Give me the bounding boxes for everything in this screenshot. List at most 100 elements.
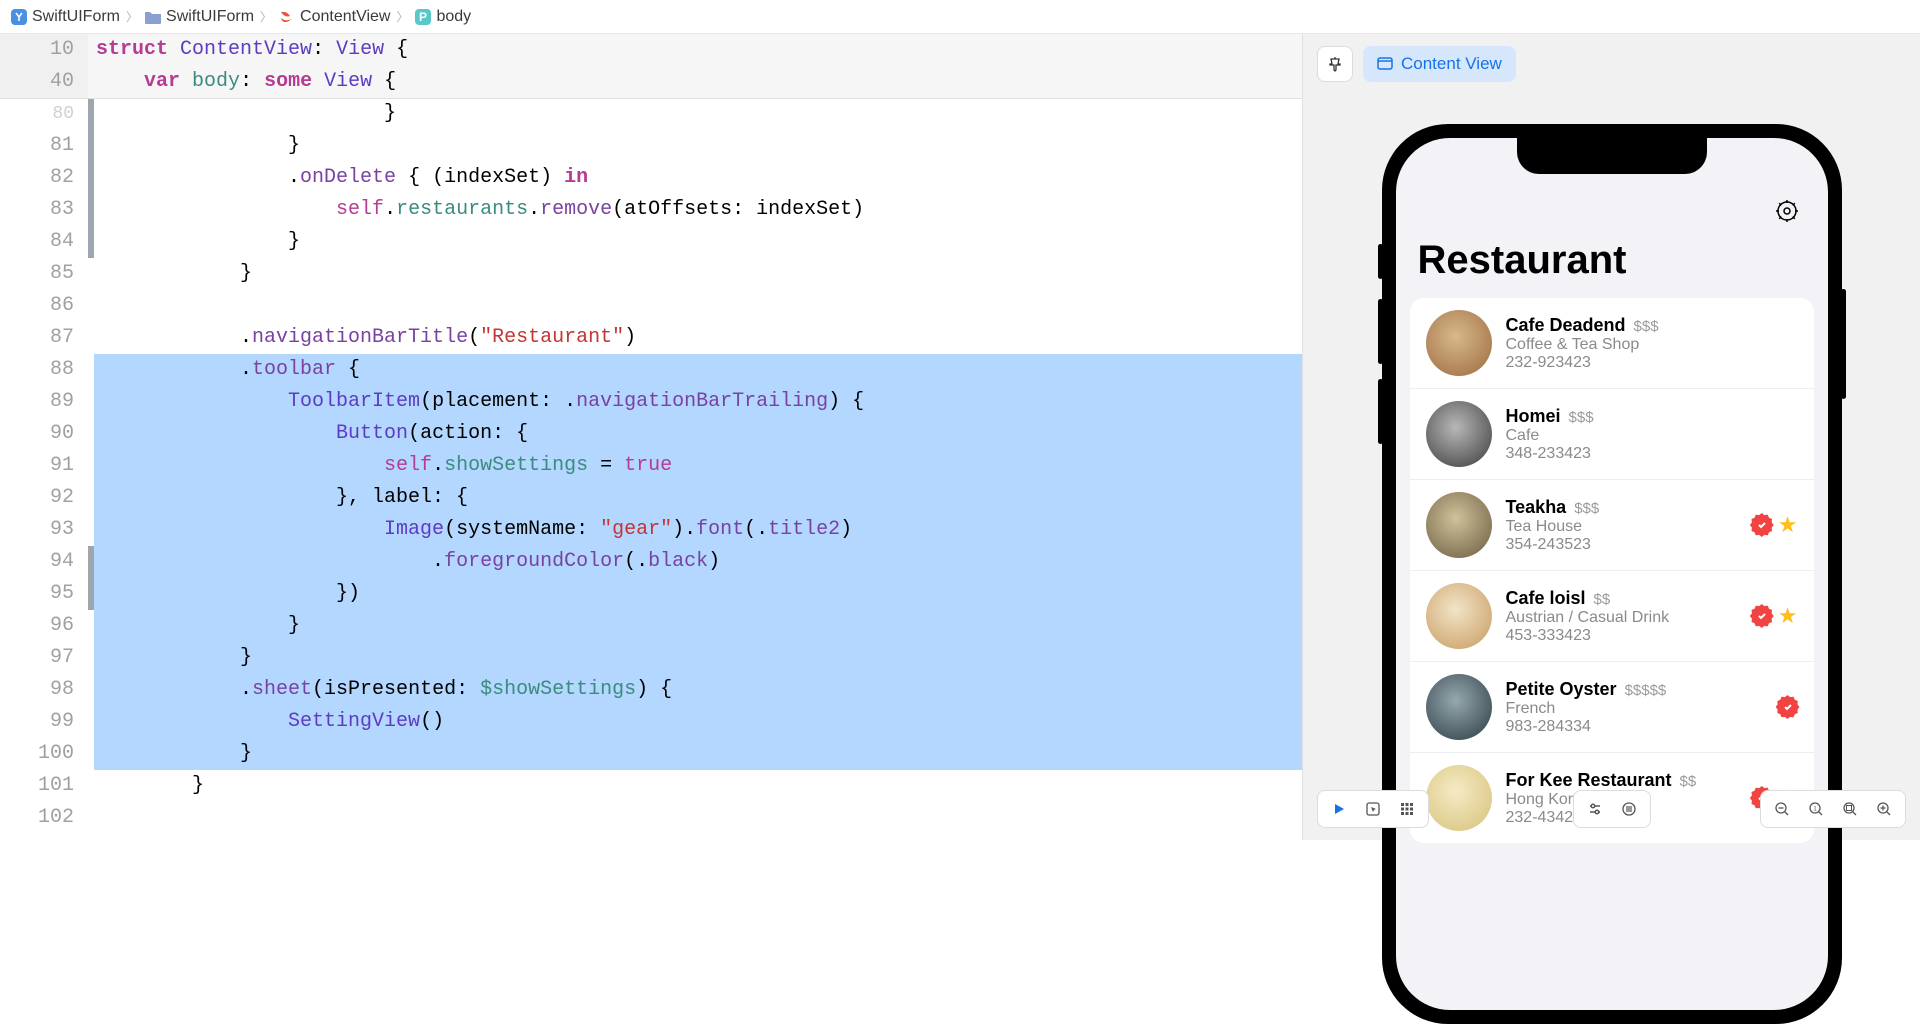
play-button[interactable] <box>1322 795 1356 823</box>
pin-button[interactable] <box>1317 46 1353 82</box>
breadcrumb-item-folder[interactable]: SwiftUIForm <box>144 8 254 26</box>
list-item[interactable]: Petite Oyster $$$$$ French 983-284334 <box>1410 662 1814 753</box>
zoom-in-button[interactable] <box>1867 795 1901 823</box>
code-line-row[interactable]: 96 } <box>0 610 1302 642</box>
code-text: Button(action: { <box>94 418 1302 450</box>
code-line-row[interactable]: 98 .sheet(isPresented: $showSettings) { <box>0 674 1302 706</box>
sticky-line: 10struct ContentView: View { <box>0 34 1302 66</box>
selectable-button[interactable] <box>1356 795 1390 823</box>
restaurant-list[interactable]: Cafe Deadend $$$ Coffee & Tea Shop 232-9… <box>1410 298 1814 843</box>
code-line-row[interactable]: 85 } <box>0 258 1302 290</box>
line-number: 94 <box>0 546 88 578</box>
circle-settings-icon <box>1621 801 1637 817</box>
restaurant-phone: 983-284334 <box>1506 718 1764 736</box>
code-text: .foregroundColor(.black) <box>94 546 1302 578</box>
code-line-row[interactable]: 101 } <box>0 770 1302 802</box>
avatar <box>1426 401 1492 467</box>
avatar <box>1426 310 1492 376</box>
main-area: 10struct ContentView: View {40 var body:… <box>0 34 1920 840</box>
line-number: 96 <box>0 610 88 642</box>
code-line-row[interactable]: 81 } <box>0 130 1302 162</box>
canvas-settings-button[interactable] <box>1612 795 1646 823</box>
breadcrumb-label: SwiftUIForm <box>32 8 120 26</box>
line-number: 83 <box>0 194 88 226</box>
code-line-row[interactable]: 92 }, label: { <box>0 482 1302 514</box>
line-number: 101 <box>0 770 88 802</box>
code-text: var body: some View { <box>94 66 1302 98</box>
chevron-right-icon: 〉 <box>126 8 138 25</box>
code-line-row[interactable]: 86 <box>0 290 1302 322</box>
list-item[interactable]: Homei $$$ Cafe 348-233423 <box>1410 389 1814 480</box>
restaurant-name: Cafe loisl $$ <box>1506 588 1738 609</box>
line-number: 87 <box>0 322 88 354</box>
breadcrumb-item-symbol[interactable]: P body <box>414 8 471 26</box>
code-line-row[interactable]: 93 Image(systemName: "gear").font(.title… <box>0 514 1302 546</box>
code-text: Image(systemName: "gear").font(.title2) <box>94 514 1302 546</box>
avatar <box>1426 765 1492 831</box>
line-number: 88 <box>0 354 88 386</box>
avatar <box>1426 492 1492 558</box>
line-number: 40 <box>0 66 88 98</box>
app-icon <box>10 8 28 26</box>
verified-badge-icon <box>1752 606 1772 626</box>
verified-badge-icon <box>1752 515 1772 535</box>
line-number: 93 <box>0 514 88 546</box>
line-number: 80 <box>0 98 88 130</box>
avatar <box>1426 674 1492 740</box>
content-view-pill[interactable]: Content View <box>1363 46 1516 82</box>
code-line-row[interactable]: 84 } <box>0 226 1302 258</box>
zoom-actual-button[interactable]: 1 <box>1799 795 1833 823</box>
code-text: }) <box>94 578 1302 610</box>
code-text: }, label: { <box>94 482 1302 514</box>
play-icon <box>1331 801 1347 817</box>
breadcrumb: SwiftUIForm 〉 SwiftUIForm 〉 ContentView … <box>0 0 1920 34</box>
code-editor[interactable]: 10struct ContentView: View {40 var body:… <box>0 34 1302 840</box>
code-text <box>94 290 1302 322</box>
restaurant-category: Coffee & Tea Shop <box>1506 336 1784 354</box>
code-line-row[interactable]: 88 .toolbar { <box>0 354 1302 386</box>
settings-button[interactable] <box>1772 196 1802 231</box>
code-line-row[interactable]: 80 } <box>0 98 1302 130</box>
line-number: 95 <box>0 578 88 610</box>
breadcrumb-label: SwiftUIForm <box>166 8 254 26</box>
variants-button[interactable] <box>1390 795 1424 823</box>
star-icon: ★ <box>1778 512 1798 538</box>
code-line-row[interactable]: 97 } <box>0 642 1302 674</box>
line-number: 81 <box>0 130 88 162</box>
code-line-row[interactable]: 102 <box>0 802 1302 834</box>
list-item[interactable]: Cafe Deadend $$$ Coffee & Tea Shop 232-9… <box>1410 298 1814 389</box>
code-line-row[interactable]: 90 Button(action: { <box>0 418 1302 450</box>
code-line-row[interactable]: 91 self.showSettings = true <box>0 450 1302 482</box>
code-line-row[interactable]: 83 self.restaurants.remove(atOffsets: in… <box>0 194 1302 226</box>
code-line-row[interactable]: 94 .foregroundColor(.black) <box>0 546 1302 578</box>
phone-side-button <box>1378 379 1383 444</box>
list-item[interactable]: Cafe loisl $$ Austrian / Casual Drink 45… <box>1410 571 1814 662</box>
code-line-row[interactable]: 82 .onDelete { (indexSet) in <box>0 162 1302 194</box>
restaurant-category: Austrian / Casual Drink <box>1506 609 1738 627</box>
code-line-row[interactable]: 100 } <box>0 738 1302 770</box>
code-line-row[interactable]: 103 <box>0 834 1302 840</box>
star-icon: ★ <box>1778 603 1798 629</box>
line-number: 99 <box>0 706 88 738</box>
list-item-badges: ★ <box>1752 603 1798 629</box>
code-line-row[interactable]: 87 .navigationBarTitle("Restaurant") <box>0 322 1302 354</box>
preview-toolbar-right: 1 <box>1760 790 1906 828</box>
zoom-out-icon <box>1774 801 1790 817</box>
restaurant-name: Homei $$$ <box>1506 406 1784 427</box>
zoom-fit-button[interactable] <box>1833 795 1867 823</box>
zoom-out-button[interactable] <box>1765 795 1799 823</box>
device-settings-button[interactable] <box>1578 795 1612 823</box>
list-item-content: Cafe Deadend $$$ Coffee & Tea Shop 232-9… <box>1506 315 1784 372</box>
code-line-row[interactable]: 99 SettingView() <box>0 706 1302 738</box>
list-item[interactable]: Teakha $$$ Tea House 354-243523 ★ <box>1410 480 1814 571</box>
price-indicator: $$$ <box>1574 500 1599 517</box>
chevron-right-icon: 〉 <box>260 8 272 25</box>
breadcrumb-item-project[interactable]: SwiftUIForm <box>10 8 120 26</box>
code-text: SettingView() <box>94 706 1302 738</box>
list-item-badges: ★ <box>1752 512 1798 538</box>
restaurant-category: French <box>1506 700 1764 718</box>
code-line-row[interactable]: 95 }) <box>0 578 1302 610</box>
breadcrumb-item-file[interactable]: ContentView <box>278 8 390 26</box>
line-number: 85 <box>0 258 88 290</box>
code-line-row[interactable]: 89 ToolbarItem(placement: .navigationBar… <box>0 386 1302 418</box>
